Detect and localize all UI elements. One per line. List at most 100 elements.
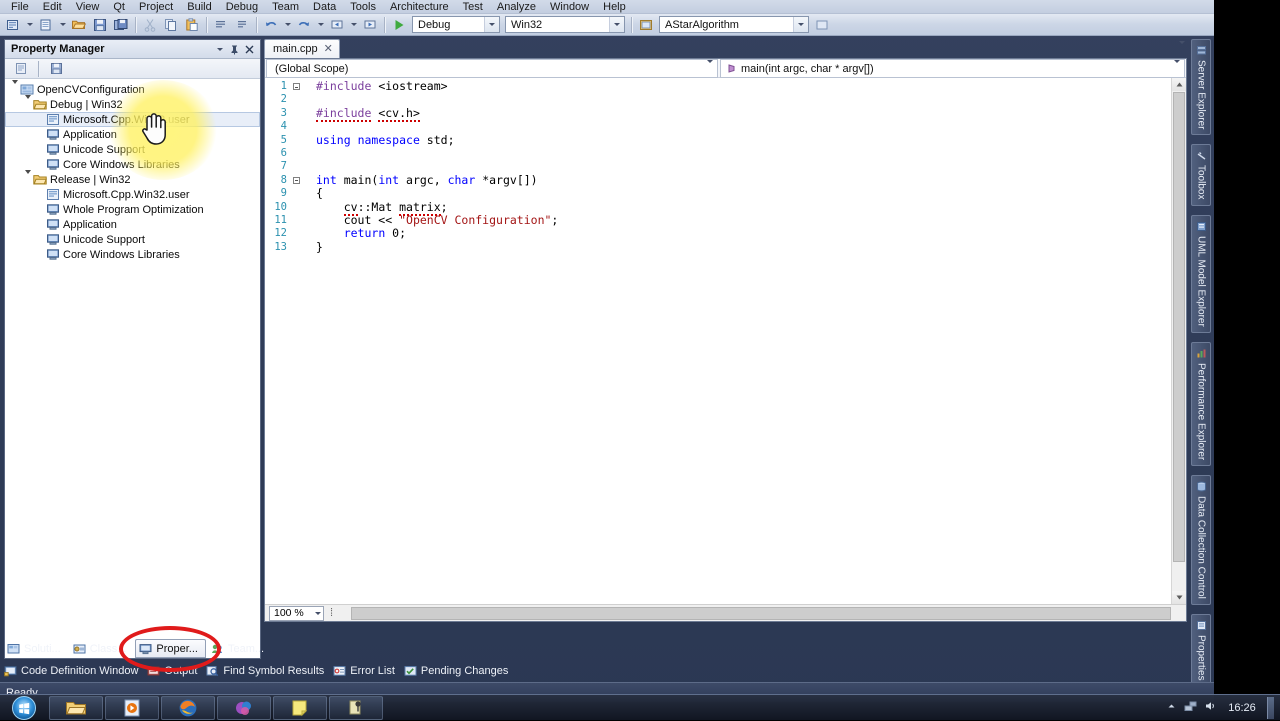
add-new-project-property-sheet-icon[interactable] [11,59,31,79]
right-tab-data-collection-control[interactable]: Data Collection Control [1191,475,1211,605]
auto-hide-pin-icon[interactable] [227,42,242,57]
scroll-up-button[interactable] [1172,78,1186,91]
scope-combo[interactable]: (Global Scope) [266,59,718,78]
bottom-tab-team[interactable]: Team... [208,639,271,658]
code-line[interactable]: 2 [265,93,1186,106]
media-player-icon[interactable] [105,696,159,720]
tree-item[interactable]: Debug | Win32 [5,97,260,112]
open-file-icon[interactable] [69,15,89,35]
code-line[interactable]: 11 cout << "OpenCV Configuration"; [265,214,1186,227]
menu-item-project[interactable]: Project [132,0,180,14]
navigate-backward-dropdown[interactable] [348,15,359,35]
bottom-tab-find-symbol-results[interactable]: Find Symbol Results [206,665,324,677]
taskbar-clock[interactable]: 16:26 [1224,702,1260,714]
cut-icon[interactable] [140,15,160,35]
right-tab-properties[interactable]: Properties [1191,614,1211,687]
chevron-down-icon[interactable] [484,17,499,32]
undo-dropdown[interactable] [282,15,293,35]
tree-item[interactable]: Microsoft.Cpp.Win32.user [5,187,260,202]
snipping-tool-icon[interactable] [329,696,383,720]
code-line[interactable]: 7 [265,160,1186,173]
chevron-down-icon[interactable] [707,63,713,75]
chevron-down-icon[interactable] [1174,63,1180,75]
scroll-thumb[interactable] [1173,92,1185,562]
menu-item-window[interactable]: Window [543,0,596,14]
configuration-combo[interactable]: Debug [412,16,500,33]
menu-item-team[interactable]: Team [265,0,306,14]
menu-item-edit[interactable]: Edit [36,0,69,14]
code-line[interactable]: 4 [265,120,1186,133]
tree-item[interactable]: Whole Program Optimization [5,202,260,217]
tray-arrow-icon[interactable] [1166,701,1177,715]
bottom-tab-proper[interactable]: Proper... [135,639,206,658]
menu-item-test[interactable]: Test [456,0,490,14]
editor-horizontal-scrollbar[interactable] [337,606,1186,621]
code-line[interactable]: 9{ [265,187,1186,200]
menu-item-tools[interactable]: Tools [343,0,383,14]
navigate-forward-icon[interactable] [360,15,380,35]
windows-explorer-icon[interactable] [49,696,103,720]
network-icon[interactable] [1184,700,1197,715]
paste-icon[interactable] [182,15,202,35]
save-all-icon[interactable] [111,15,131,35]
menu-item-architecture[interactable]: Architecture [383,0,456,14]
tree-item[interactable]: Unicode Support [5,232,260,247]
tree-item[interactable]: Core Windows Libraries [5,157,260,172]
menu-item-data[interactable]: Data [306,0,343,14]
bottom-tab-output[interactable]: Output [147,665,197,677]
menu-item-qt[interactable]: Qt [106,0,132,14]
right-tab-performance-explorer[interactable]: Performance Explorer [1191,342,1211,466]
more-toolbar-icon[interactable] [812,15,832,35]
editor-vertical-scrollbar[interactable] [1171,78,1186,604]
uncomment-icon[interactable] [232,15,252,35]
tree-item[interactable]: Application [5,127,260,142]
code-line[interactable]: 8int main(int argc, char *argv[]) [265,174,1186,187]
start-debugging-icon[interactable] [389,15,409,35]
right-tab-uml-model-explorer[interactable]: UML Model Explorer [1191,215,1211,333]
close-icon[interactable] [242,42,257,57]
redo-icon[interactable] [294,15,314,35]
chevron-down-icon[interactable] [793,17,808,32]
menu-item-file[interactable]: File [4,0,36,14]
code-line[interactable]: 3#include <cv.h> [265,107,1186,120]
member-combo[interactable]: main(int argc, char * argv[]) [720,59,1185,78]
tree-item-selected[interactable]: Microsoft.Cpp.Win32.user [5,112,260,127]
fold-toggle-icon[interactable] [291,83,301,90]
bottom-tab-code-definition-window[interactable]: Code Definition Window [4,665,138,677]
new-project-dropdown[interactable] [24,15,35,35]
code-surface[interactable]: 1#include <iostream>23#include <cv.h>45u… [265,78,1186,604]
add-new-item-icon[interactable] [36,15,56,35]
tree-item[interactable]: Core Windows Libraries [5,247,260,262]
right-tab-toolbox[interactable]: Toolbox [1191,144,1211,205]
save-property-sheet-icon[interactable] [46,59,66,79]
split-handle-icon[interactable]: ⁞ [330,607,333,619]
tab-main-cpp[interactable]: main.cpp ✕ [264,39,340,58]
firefox-icon[interactable] [161,696,215,720]
expander-icon[interactable] [20,174,33,186]
bottom-tab-class[interactable]: Class... [70,639,134,658]
bottom-tab-error-list[interactable]: Error List [333,665,395,677]
code-line[interactable]: 6 [265,147,1186,160]
undo-icon[interactable] [261,15,281,35]
tree-item[interactable]: Unicode Support [5,142,260,157]
new-project-icon[interactable] [3,15,23,35]
save-icon[interactable] [90,15,110,35]
menu-item-build[interactable]: Build [180,0,218,14]
add-new-item-dropdown[interactable] [57,15,68,35]
hscroll-thumb[interactable] [351,607,1171,620]
start-button[interactable] [0,695,48,721]
code-line[interactable]: 13} [265,241,1186,254]
comment-icon[interactable] [211,15,231,35]
panel-menu-icon[interactable] [212,42,227,57]
tree-item[interactable]: Application [5,217,260,232]
code-line[interactable]: 5using namespace std; [265,134,1186,147]
code-line[interactable]: 1#include <iostream> [265,80,1186,93]
solution-platform-icon[interactable] [636,15,656,35]
sticky-notes-icon[interactable] [273,696,327,720]
right-tab-server-explorer[interactable]: Server Explorer [1191,39,1211,135]
show-desktop-button[interactable] [1267,697,1274,719]
menu-item-debug[interactable]: Debug [219,0,265,14]
zoom-combo[interactable]: 100 % [269,606,324,621]
media-app-icon[interactable] [217,696,271,720]
tree-item[interactable]: OpenCVConfiguration [5,82,260,97]
